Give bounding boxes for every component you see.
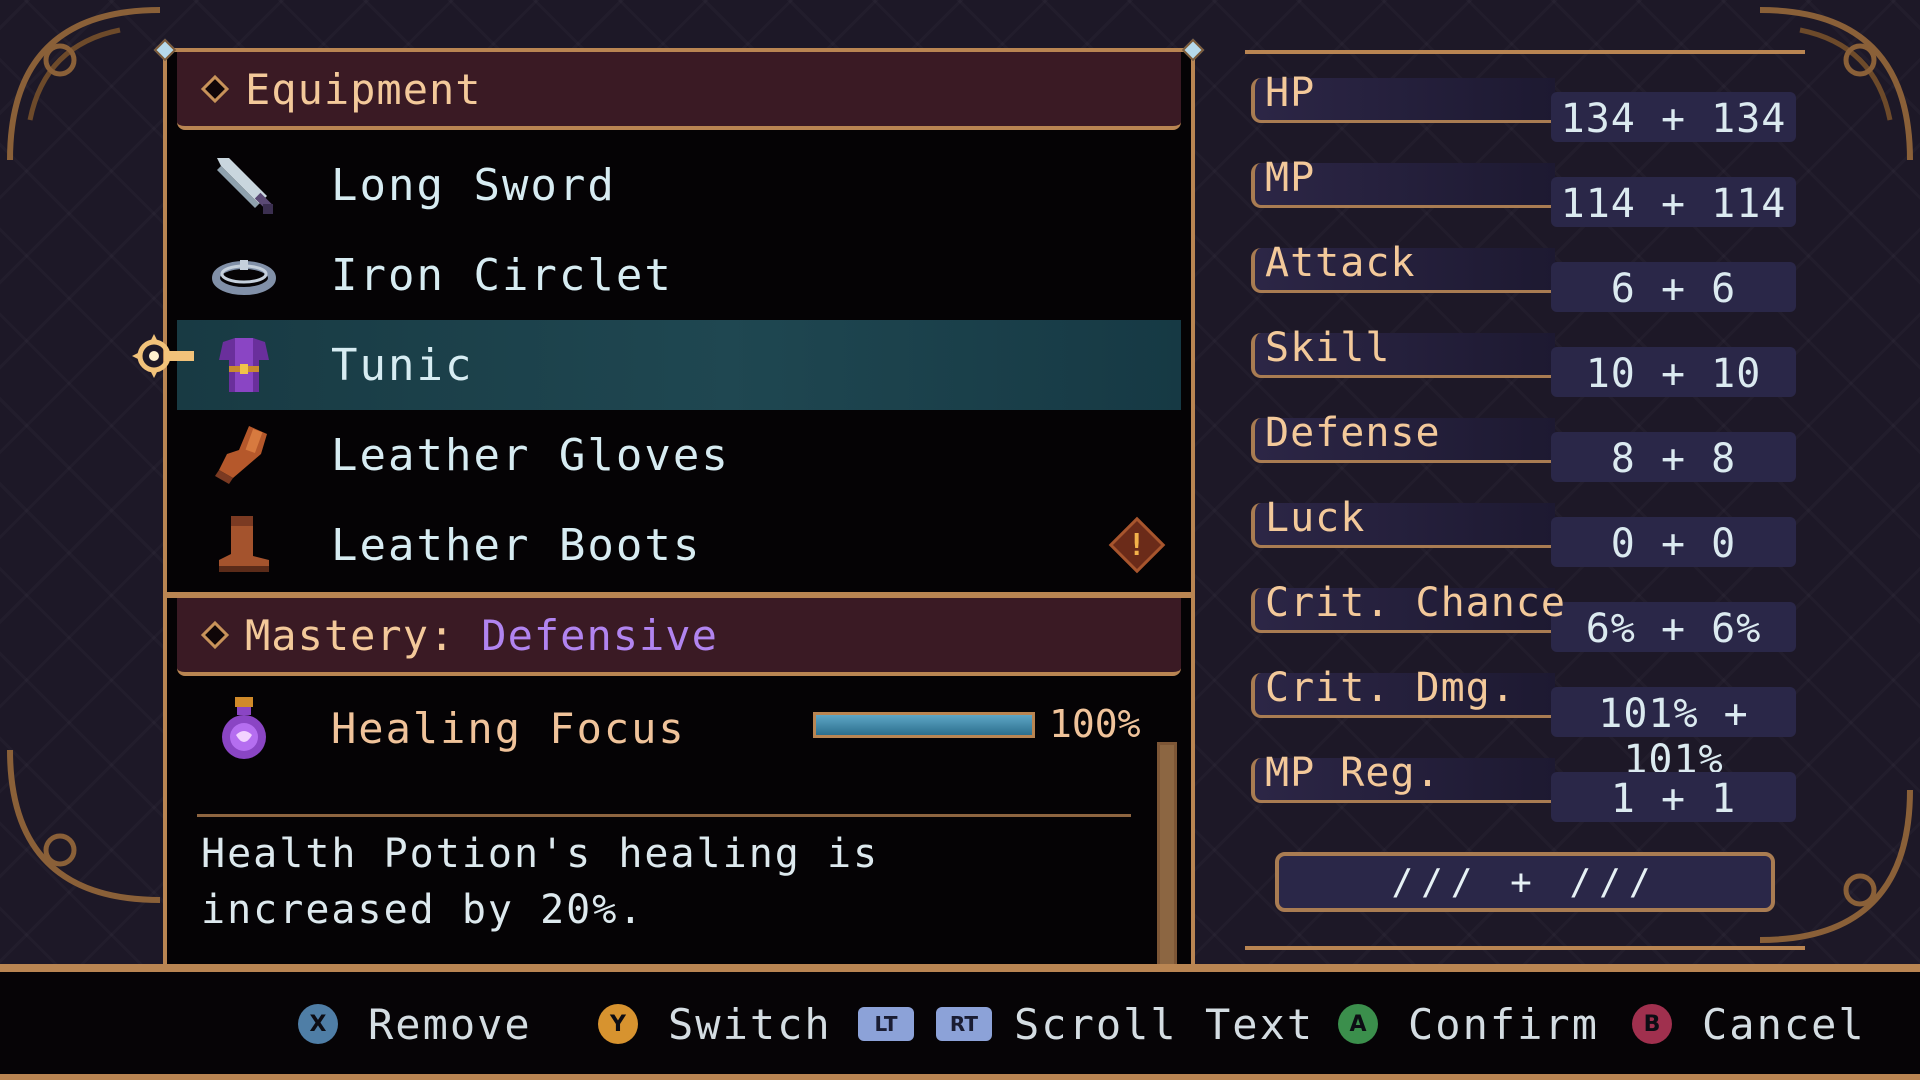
stat-label: Skill [1265,325,1391,371]
mastery-progress-value: 100% [1049,702,1141,746]
controls-bar: X Remove Y Switch LT RT Scroll Text A Co… [0,964,1920,1080]
stats-top-rule [1245,50,1805,54]
mastery-skill-name: Healing Focus [331,703,686,753]
stat-row: Skill 10 + 10 [1251,325,1796,397]
scroll-thumb[interactable] [1160,745,1174,975]
stat-row: Crit. Dmg. 101% + 101% [1251,665,1796,783]
ornament-bottom-left [0,740,170,910]
stat-value: 8 + 8 [1610,436,1737,482]
ornament-top-left [0,0,170,170]
stat-row: HP 134 + 134 [1251,70,1796,142]
alert-mark: ! [1127,527,1147,563]
item-label: Iron Circlet [331,249,673,301]
stat-value: 134 + 134 [1560,96,1787,142]
stats-bottom-rule [1245,946,1805,950]
b-button-icon: B [1632,1004,1672,1044]
equipment-panel: Equipment Long Sword Iron Circlet Tunic … [153,38,1205,1008]
mastery-type: Defensive [481,610,718,660]
switch-label: Switch [668,999,832,1049]
mastery-progress-fill [816,715,1032,735]
frame-gem [153,38,177,62]
stat-label: Luck [1265,495,1366,541]
stat-row: Luck 0 + 0 [1251,495,1796,567]
equipment-slot-tunic[interactable]: Tunic [177,320,1181,410]
stat-row: Defense 8 + 8 [1251,410,1796,482]
stat-value: 114 + 114 [1560,181,1787,227]
equipment-header: Equipment [177,52,1181,130]
mastery-progress-bar [813,712,1035,738]
stat-value: 0 + 0 [1610,521,1737,567]
diamond-icon [200,74,230,104]
stat-label: Crit. Dmg. [1265,665,1516,711]
stat-row: Attack 6 + 6 [1251,240,1796,312]
mastery-header: Mastery: Defensive [177,598,1181,676]
stat-label: MP Reg. [1265,750,1441,796]
confirm-control[interactable]: A Confirm [1338,994,1599,1054]
rt-button-icon: RT [936,1007,992,1041]
stat-row: MP 114 + 114 [1251,155,1796,227]
stats-panel: HP 134 + 134 MP 114 + 114 Attack 6 + 6 Skill 10… [1245,42,1805,962]
confirm-label: Confirm [1408,999,1600,1049]
stat-label: Attack [1265,240,1416,286]
item-label: Leather Boots [331,519,702,571]
scroll-text-label: Scroll Text [1014,999,1315,1049]
equipment-slot-leather-boots[interactable]: Leather Boots ! [177,500,1181,590]
mastery-skill-row: Healing Focus 100% [177,688,1141,768]
stat-label: HP [1265,70,1316,116]
equipment-slot-long-sword[interactable]: Long Sword [177,140,1181,230]
potion-icon [209,693,279,763]
x-button-icon: X [298,1004,338,1044]
stat-label: MP [1265,155,1316,201]
cancel-control[interactable]: B Cancel [1632,994,1866,1054]
mastery-title: Mastery: [245,610,456,660]
ability-slots: /// + /// [1391,861,1659,903]
stat-value: 6% + 6% [1585,606,1762,652]
equipment-list: Long Sword Iron Circlet Tunic Leather Gl… [177,140,1181,590]
stat-label: Defense [1265,410,1441,456]
scroll-text-control[interactable]: LT RT Scroll Text [858,994,1314,1054]
gloves-icon [209,420,279,490]
circlet-icon [209,240,279,310]
mastery-description: Health Potion's healing is increased by … [201,831,880,933]
description-divider [197,814,1131,817]
selection-cursor-icon [128,330,200,382]
item-label: Leather Gloves [331,429,730,481]
switch-control[interactable]: Y Switch [598,994,832,1054]
cancel-label: Cancel [1702,999,1866,1049]
ability-slot-bar: /// + /// [1275,852,1775,912]
alert-icon: ! [1108,516,1166,574]
lt-button-icon: LT [858,1007,914,1041]
tunic-icon [209,330,279,400]
equipment-title: Equipment [245,64,482,114]
stat-value: 1 + 1 [1610,776,1737,822]
item-label: Tunic [331,339,474,391]
remove-label: Remove [368,999,532,1049]
item-label: Long Sword [331,159,616,211]
stat-row: Crit. Chance 6% + 6% [1251,580,1796,652]
equipment-slot-iron-circlet[interactable]: Iron Circlet [177,230,1181,320]
y-button-icon: Y [598,1004,638,1044]
boots-icon [209,510,279,580]
sword-icon [209,150,279,220]
stat-value: 10 + 10 [1585,351,1762,397]
a-button-icon: A [1338,1004,1378,1044]
remove-control[interactable]: X Remove [298,994,532,1054]
diamond-icon [200,620,230,650]
equipment-slot-leather-gloves[interactable]: Leather Gloves [177,410,1181,500]
stat-value: 6 + 6 [1610,266,1737,312]
stat-label: Crit. Chance [1265,580,1566,626]
stat-row: MP Reg. 1 + 1 [1251,750,1796,822]
frame-gem [1181,38,1205,62]
